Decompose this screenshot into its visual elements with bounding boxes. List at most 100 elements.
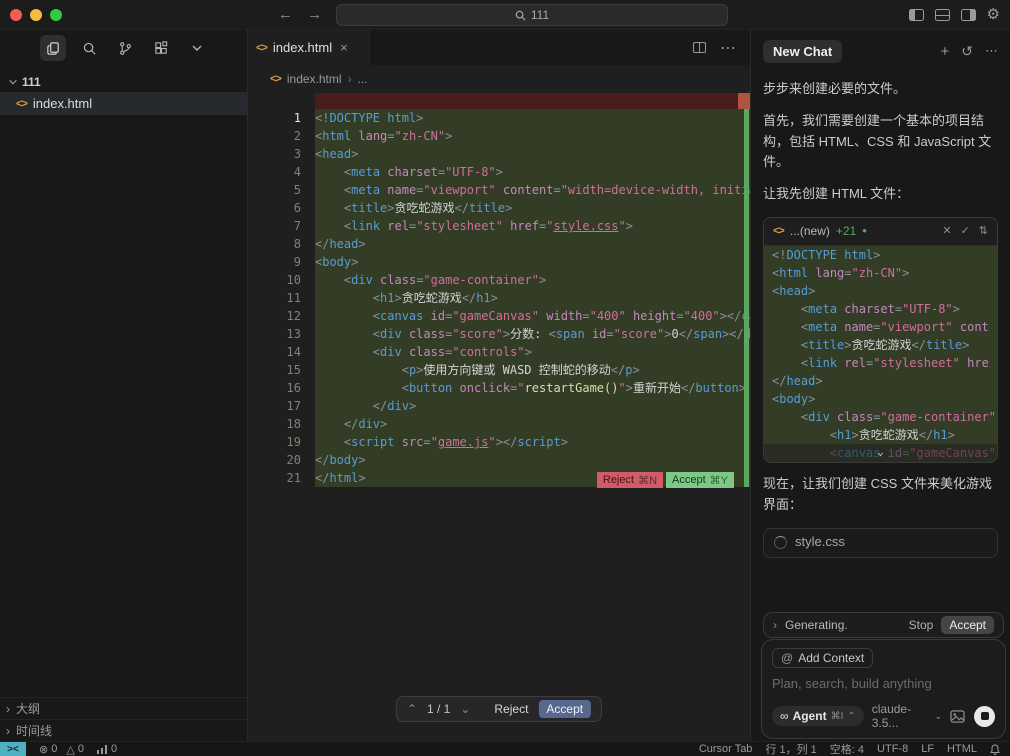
history-icon[interactable]: ↺ [961, 43, 973, 60]
add-context-chip[interactable]: @ Add Context [772, 648, 873, 668]
code-line[interactable]: 12 <canvas id="gameCanvas" width="400" h… [248, 307, 750, 325]
chat-input-placeholder[interactable]: Plan, search, build anything [772, 676, 995, 691]
diff-accept-button[interactable]: Accept ⌘Y [666, 472, 734, 488]
card-code-preview[interactable]: <!DOCTYPE html><html lang="zh-CN"><head>… [764, 246, 997, 462]
timeline-section[interactable]: › 时间线 [0, 719, 247, 741]
code-line[interactable]: 16 <button onclick="restartGame()">重新开始<… [248, 379, 750, 397]
command-center-search[interactable]: 111 [336, 4, 728, 26]
toggle-left-sidebar-icon[interactable] [909, 9, 924, 21]
code-line[interactable]: 6 <title>贪吃蛇游戏</title> [248, 199, 750, 217]
code-line[interactable]: 17 </div> [248, 397, 750, 415]
maximize-window-button[interactable] [50, 9, 62, 21]
code-line[interactable]: 1<!DOCTYPE html> [248, 109, 750, 127]
code-editor[interactable]: 1<!DOCTYPE html>2<html lang="zh-CN">3<he… [248, 93, 750, 741]
indentation-status[interactable]: 空格: 4 [830, 741, 864, 756]
minimize-window-button[interactable] [30, 9, 42, 21]
chevron-right-icon: › [6, 702, 10, 716]
stop-generation-button[interactable] [974, 706, 995, 727]
new-chat-plus-icon[interactable]: + [941, 43, 950, 60]
prev-diff-icon[interactable]: ⌃ [407, 702, 417, 716]
close-tab-icon[interactable]: × [340, 40, 348, 55]
code-line[interactable]: <!DOCTYPE html> [764, 246, 997, 264]
code-line[interactable]: 14 <div class="controls"> [248, 343, 750, 361]
code-line[interactable]: <body> [764, 390, 997, 408]
code-line[interactable]: </head> [764, 372, 997, 390]
chat-input-box[interactable]: @ Add Context Plan, search, build anythi… [761, 639, 1006, 739]
toggle-bottom-panel-icon[interactable] [935, 9, 950, 21]
code-line[interactable]: <html lang="zh-CN"> [764, 264, 997, 282]
error-count: 0 [51, 743, 57, 755]
line-number: 14 [248, 343, 315, 361]
code-line[interactable]: <link rel="stylesheet" hre [764, 354, 997, 372]
eol-status[interactable]: LF [921, 743, 934, 755]
new-chat-tab[interactable]: New Chat [763, 40, 842, 63]
bell-icon[interactable] [990, 744, 1000, 755]
code-line[interactable]: <meta name="viewport" cont [764, 318, 997, 336]
diff-reject-button[interactable]: Reject ⌘N [597, 472, 663, 488]
language-status[interactable]: HTML [947, 743, 977, 755]
code-line-text: </head> [772, 372, 997, 390]
remote-indicator-button[interactable]: >< [0, 742, 26, 756]
code-line[interactable]: 8</head> [248, 235, 750, 253]
stop-button[interactable]: Stop [909, 618, 934, 632]
card-expand-icon[interactable]: ⇅ [979, 223, 988, 241]
back-arrow-icon[interactable]: ← [278, 6, 293, 23]
ai-chat-panel: New Chat + ↺ ⋯ 步步来创建必要的文件。 首先，我们需要创建一个基本… [750, 30, 1010, 741]
code-line[interactable]: 13 <div class="score">分数: <span id="scor… [248, 325, 750, 343]
close-window-button[interactable] [10, 9, 22, 21]
cursor-tab-status[interactable]: Cursor Tab [699, 743, 753, 755]
encoding-status[interactable]: UTF-8 [877, 743, 908, 755]
code-line[interactable]: 5 <meta name="viewport" content="width=d… [248, 181, 750, 199]
line-number: 7 [248, 217, 315, 235]
source-control-icon[interactable] [112, 35, 138, 61]
gear-icon[interactable]: ⚙ [987, 7, 1000, 22]
code-line[interactable]: 2<html lang="zh-CN"> [248, 127, 750, 145]
card-reject-icon[interactable]: ✕ [942, 223, 951, 241]
code-line[interactable]: <div class="game-container" [764, 408, 997, 426]
accept-all-button[interactable]: Accept [538, 700, 591, 718]
editor-tabbar: <> index.html × ⋯ [248, 30, 750, 65]
extensions-icon[interactable] [148, 35, 174, 61]
code-line[interactable]: <meta charset="UTF-8"> [764, 300, 997, 318]
code-line[interactable]: 9<body> [248, 253, 750, 271]
code-line[interactable]: 20</body> [248, 451, 750, 469]
code-line[interactable]: 4 <meta charset="UTF-8"> [248, 163, 750, 181]
file-row-index-html[interactable]: <> index.html [0, 92, 247, 115]
code-line[interactable]: 19 <script src="game.js"></script> [248, 433, 750, 451]
editor-more-actions-icon[interactable]: ⋯ [720, 38, 736, 58]
model-selector[interactable]: claude-3.5... ⌄ [872, 702, 942, 730]
code-line[interactable]: 3<head> [248, 145, 750, 163]
more-views-chevron-icon[interactable] [184, 35, 210, 61]
ports-indicator[interactable]: 0 [97, 743, 117, 755]
code-line[interactable]: 11 <h1>贪吃蛇游戏</h1> [248, 289, 750, 307]
split-editor-icon[interactable] [693, 42, 706, 53]
code-line[interactable]: 10 <div class="game-container"> [248, 271, 750, 289]
forward-arrow-icon[interactable]: → [307, 6, 322, 23]
code-line[interactable]: 7 <link rel="stylesheet" href="style.css… [248, 217, 750, 235]
folder-row[interactable]: 111 [0, 72, 247, 92]
next-diff-icon[interactable]: ⌄ [460, 702, 470, 716]
code-line[interactable]: 18 </div> [248, 415, 750, 433]
breadcrumb[interactable]: <> index.html › ... [248, 65, 750, 93]
chevron-right-icon[interactable]: › [773, 618, 777, 632]
chat-more-icon[interactable]: ⋯ [985, 43, 998, 59]
code-line[interactable]: <title>贪吃蛇游戏</title> [764, 336, 997, 354]
style-css-progress-item[interactable]: style.css [763, 528, 998, 558]
problems-errors[interactable]: ⊗ 0 △ 0 [39, 743, 84, 756]
card-accept-icon[interactable]: ✓ [961, 223, 970, 241]
reject-all-button[interactable]: Reject [494, 702, 528, 716]
image-attach-icon[interactable] [950, 710, 965, 723]
search-panel-icon[interactable] [76, 35, 102, 61]
line-col-status[interactable]: 行 1，列 1 [765, 741, 816, 756]
explorer-files-icon[interactable] [40, 35, 66, 61]
tab-index-html[interactable]: <> index.html × [248, 30, 370, 65]
code-line[interactable]: <head> [764, 282, 997, 300]
agent-mode-selector[interactable]: ∞ Agent ⌘I ⌃ [772, 706, 864, 726]
generating-accept-button[interactable]: Accept [941, 616, 994, 634]
expand-code-chevron-icon[interactable]: ⌄ [877, 443, 884, 461]
code-line-text: <h1>贪吃蛇游戏</h1> [772, 426, 997, 444]
code-line[interactable]: <h1>贪吃蛇游戏</h1> [764, 426, 997, 444]
outline-section[interactable]: › 大纲 [0, 697, 247, 719]
code-line[interactable]: 15 <p>使用方向键或 WASD 控制蛇的移动</p> [248, 361, 750, 379]
toggle-right-sidebar-icon[interactable] [961, 9, 976, 21]
